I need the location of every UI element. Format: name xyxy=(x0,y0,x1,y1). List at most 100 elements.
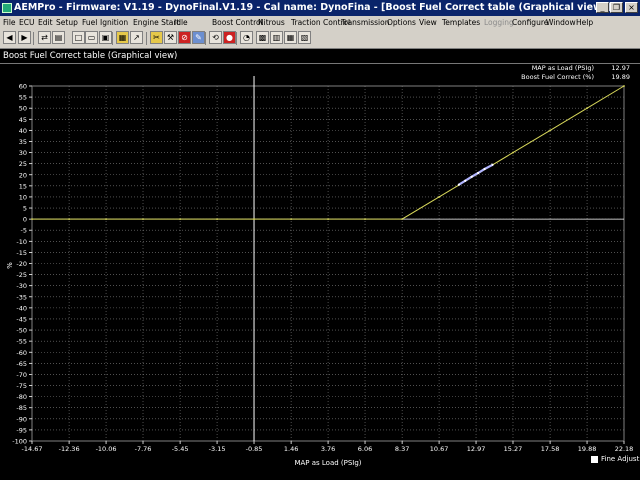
x-tick-label: 17.58 xyxy=(541,445,560,453)
y-tick-label: -10 xyxy=(16,238,27,246)
y-tick-label: 60 xyxy=(19,83,27,91)
y-tick-label: -40 xyxy=(16,304,27,312)
readout-y-value: 19.89 xyxy=(611,73,630,81)
menu-item-help[interactable]: Help xyxy=(576,16,593,29)
menu-item-idle[interactable]: Idle xyxy=(174,16,188,29)
chip-icon[interactable]: ▩ xyxy=(256,31,269,44)
y-tick-label: 0 xyxy=(23,216,27,224)
y-tick-label: -55 xyxy=(16,338,27,346)
x-tick-label: 3.76 xyxy=(321,445,335,453)
x-tick-label: -12.36 xyxy=(59,445,80,453)
menu-item-configure[interactable]: Configure xyxy=(512,16,548,29)
data-point xyxy=(364,218,366,221)
trace-icon[interactable]: ⟲ xyxy=(209,31,222,44)
menu-item-options[interactable]: Options xyxy=(387,16,416,29)
menu-item-ecu[interactable]: ECU xyxy=(19,16,34,29)
y-tick-label: -50 xyxy=(16,327,27,335)
y-tick-label: 5 xyxy=(23,205,27,213)
y-axis-title: % xyxy=(6,262,14,269)
toolbar-separator xyxy=(112,32,113,45)
grid-icon[interactable]: ▦ xyxy=(284,31,297,44)
close-button[interactable]: × xyxy=(625,2,638,13)
table-icon[interactable]: ▦ xyxy=(116,31,129,44)
tools-icon[interactable]: ✂ xyxy=(150,31,163,44)
y-tick-label: 45 xyxy=(19,116,27,124)
connect-icon[interactable]: ⇄ xyxy=(38,31,51,44)
x-tick-label: -0.85 xyxy=(246,445,263,453)
bars-icon[interactable]: ▥ xyxy=(270,31,283,44)
gauge-icon[interactable]: ◔ xyxy=(240,31,253,44)
menu-item-transmission[interactable]: Transmission xyxy=(341,16,389,29)
view-title: Boost Fuel Correct table (Graphical view… xyxy=(3,51,178,61)
menu-item-boost-control[interactable]: Boost Control xyxy=(212,16,263,29)
toolbar-separator xyxy=(205,32,206,45)
menu-item-logging[interactable]: Logging xyxy=(484,16,514,29)
readout-x-value: 12.97 xyxy=(611,64,630,72)
y-tick-label: 20 xyxy=(19,171,27,179)
trace-point xyxy=(491,163,494,166)
menu-item-engine-start[interactable]: Engine Start xyxy=(133,16,179,29)
x-tick-label: 6.06 xyxy=(358,445,372,453)
data-point xyxy=(105,218,107,221)
x-tick-label: 1.46 xyxy=(284,445,298,453)
boost-fuel-chart[interactable]: 605550454035302520151050-5-10-15-20-25-3… xyxy=(0,64,640,480)
y-tick-label: 10 xyxy=(19,193,27,201)
menu-item-window[interactable]: Window xyxy=(546,16,576,29)
data-point xyxy=(290,218,293,221)
menu-item-edit[interactable]: Edit xyxy=(38,16,53,29)
menu-item-nitrous[interactable]: Nitrous xyxy=(258,16,285,29)
record-icon[interactable]: ● xyxy=(223,31,236,44)
wrench-icon[interactable]: ⚒ xyxy=(164,31,177,44)
forward-arrow-icon[interactable]: ▶ xyxy=(18,31,31,44)
x-tick-label: 12.97 xyxy=(467,445,486,453)
x-tick-label: -5.45 xyxy=(172,445,189,453)
data-point xyxy=(623,85,625,87)
view-title-bar: Boost Fuel Correct table (Graphical view… xyxy=(0,49,640,63)
x-tick-label: -14.67 xyxy=(22,445,43,453)
checkbox-box[interactable] xyxy=(591,455,598,463)
menu-item-fuel[interactable]: Fuel xyxy=(82,16,97,29)
y-tick-label: 35 xyxy=(19,138,27,146)
menu-item-setup[interactable]: Setup xyxy=(56,16,78,29)
no-entry-icon[interactable]: ⊘ xyxy=(178,31,191,44)
menu-item-file[interactable]: File xyxy=(3,16,16,29)
save-icon[interactable]: ▣ xyxy=(99,31,112,44)
minimize-button[interactable]: _ xyxy=(596,2,609,13)
data-point xyxy=(142,218,144,221)
y-tick-label: -60 xyxy=(16,349,27,357)
data-point xyxy=(586,107,588,110)
trace-point xyxy=(457,183,460,186)
x-tick-label: -10.06 xyxy=(96,445,117,453)
x-tick-label: 22.18 xyxy=(615,445,634,453)
trace-point xyxy=(477,171,480,175)
chart-icon[interactable]: ▧ xyxy=(298,31,311,44)
y-tick-label: 30 xyxy=(19,149,27,157)
x-axis-title: MAP as Load (PSIg) xyxy=(294,459,361,467)
y-tick-label: -90 xyxy=(16,415,27,423)
restore-button[interactable]: ❐ xyxy=(610,2,623,13)
back-arrow-icon[interactable]: ◀ xyxy=(3,31,16,44)
toolbar-separator xyxy=(33,32,34,45)
data-point xyxy=(512,151,514,154)
pen-icon[interactable]: ✎ xyxy=(192,31,205,44)
y-tick-label: -35 xyxy=(16,293,27,301)
y-tick-label: -45 xyxy=(16,315,27,323)
trace-point xyxy=(464,179,467,182)
y-tick-label: 50 xyxy=(19,105,27,113)
new-file-icon[interactable]: □ xyxy=(72,31,85,44)
data-point xyxy=(31,218,33,221)
y-tick-label: 25 xyxy=(19,160,27,168)
y-tick-label: 40 xyxy=(19,127,27,135)
toolbar: ◀▶⇄▤✕□▭▣▦↗✂⚒⊘✎⟲●◔▩▥▦▧ xyxy=(0,29,640,49)
menu-item-view[interactable]: View xyxy=(419,16,437,29)
y-tick-label: -15 xyxy=(16,249,27,257)
trace-point xyxy=(470,175,473,178)
toolbar-separator xyxy=(146,32,147,45)
title-bar: AEMPro - Firmware: V1.19 - DynoFinal.V1.… xyxy=(0,0,640,16)
fine-adjust-checkbox[interactable]: Fine Adjust xyxy=(591,455,639,464)
menu-item-ignition[interactable]: Ignition xyxy=(100,16,128,29)
graph-icon[interactable]: ↗ xyxy=(130,31,143,44)
menu-item-templates[interactable]: Templates xyxy=(442,16,480,29)
open-file-icon[interactable]: ▭ xyxy=(85,31,98,44)
print-icon[interactable]: ▤ xyxy=(52,31,65,44)
